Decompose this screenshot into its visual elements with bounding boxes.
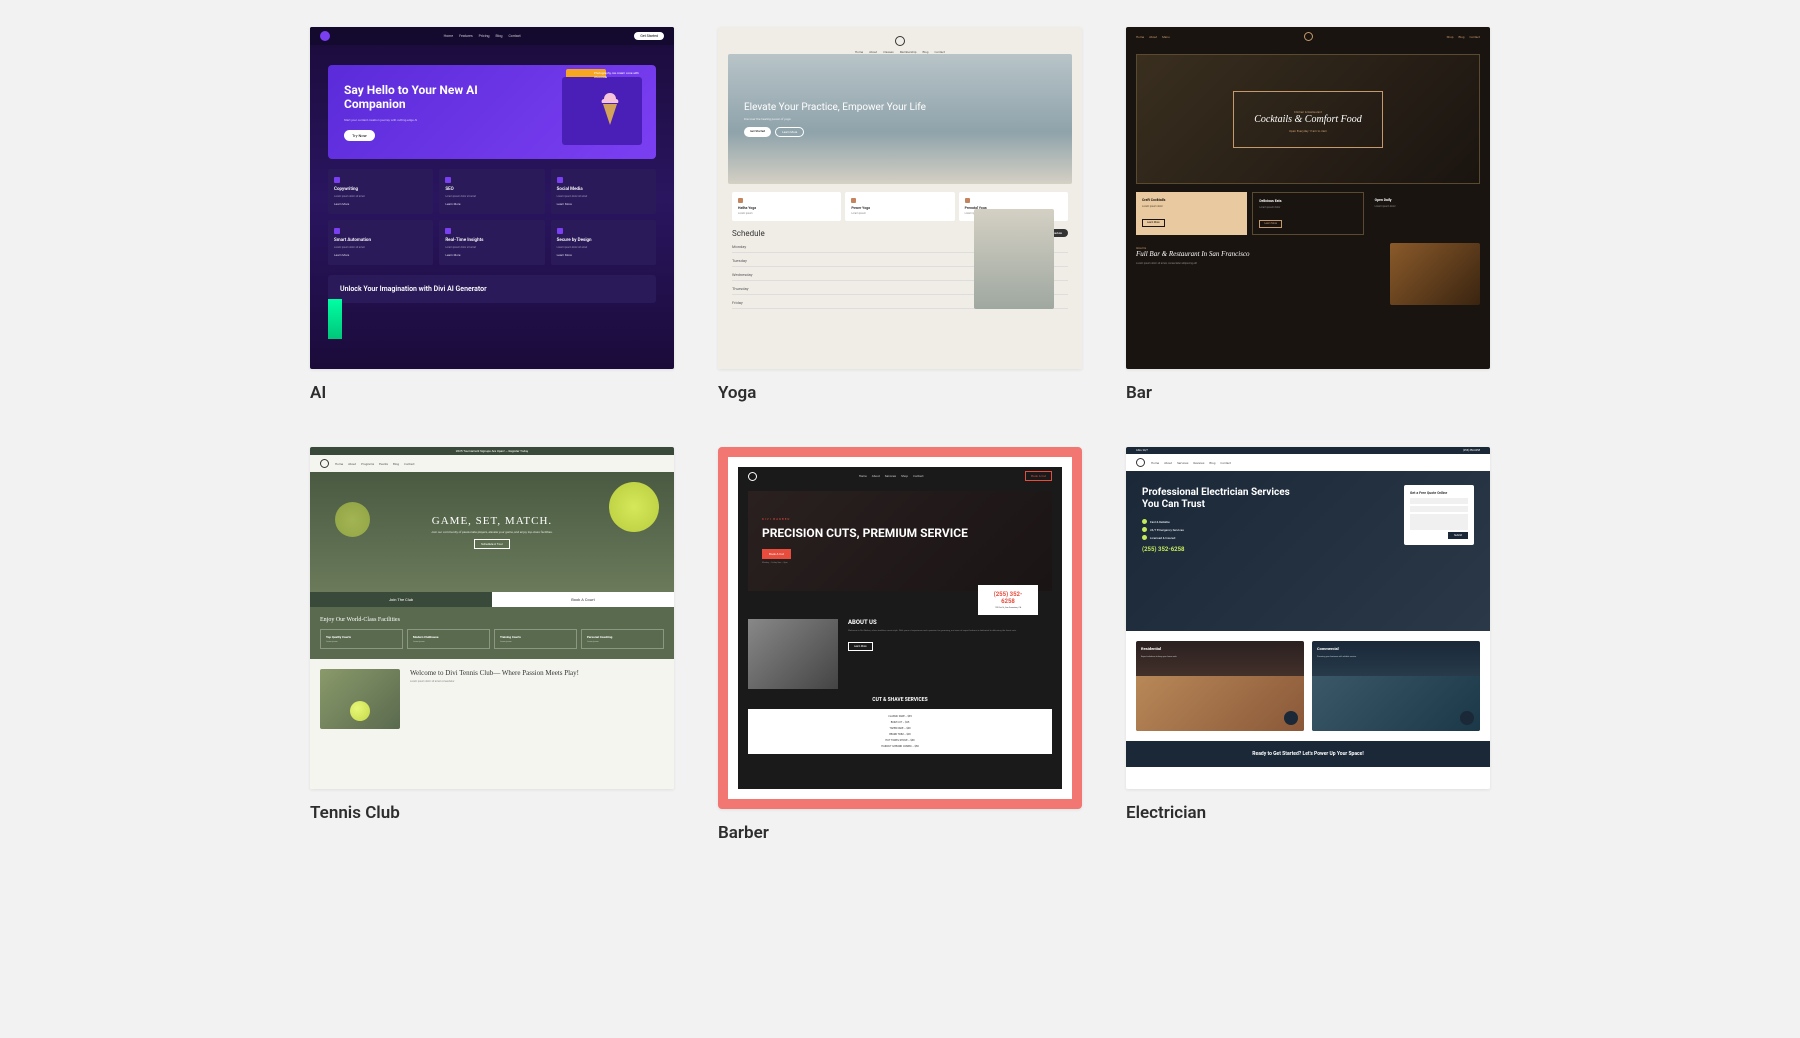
template-card-bar[interactable]: HomeAbout Menu ShopBlog Contact Kitchen … xyxy=(1126,27,1490,403)
preview-announcement: 2025 Tournament Signups Are Open! — Regi… xyxy=(310,447,674,455)
tennis-ball-icon xyxy=(350,701,370,721)
check-icon xyxy=(1142,519,1147,524)
template-thumbnail-selected[interactable]: HomeAbout ServicesShop Contact Book A Cu… xyxy=(718,447,1082,809)
check-icon xyxy=(1142,535,1147,540)
template-gallery: HomeFeatures PricingBlog Contact Get Sta… xyxy=(310,27,1490,843)
template-thumbnail[interactable]: 2025 Tournament Signups Are Open! — Regi… xyxy=(310,447,674,789)
logo-icon xyxy=(320,31,330,41)
preview-about-image xyxy=(748,619,838,689)
template-thumbnail[interactable]: CALL 24/7 (255) 352-6258 HomeAbout Servi… xyxy=(1126,447,1490,789)
preview-hero-title: Say Hello to Your New AI Companion xyxy=(344,83,507,112)
preview-hero-title: GAME, SET, MATCH. xyxy=(432,515,552,527)
template-thumbnail[interactable]: HomeAbout ClassesMembership BlogContact … xyxy=(718,27,1082,369)
preview-contact-card: (255) 352-6258 123 Divi St, San Francisc… xyxy=(978,585,1038,615)
template-card-tennis[interactable]: 2025 Tournament Signups Are Open! — Regi… xyxy=(310,447,674,843)
preview-section-title: Full Bar & Restaurant In San Francisco xyxy=(1136,250,1380,258)
accent-stripe xyxy=(328,299,342,339)
ice-cream-icon xyxy=(598,91,622,127)
template-thumbnail[interactable]: HomeAbout Menu ShopBlog Contact Kitchen … xyxy=(1126,27,1490,369)
template-card-barber[interactable]: HomeAbout ServicesShop Contact Book A Cu… xyxy=(718,447,1082,843)
template-card-electrician[interactable]: CALL 24/7 (255) 352-6258 HomeAbout Servi… xyxy=(1126,447,1490,843)
arrow-icon xyxy=(1284,711,1298,725)
preview-hero-btn: Try Now xyxy=(344,130,375,141)
template-title: Electrician xyxy=(1126,803,1490,823)
template-title: Yoga xyxy=(718,383,1082,403)
preview-section-image xyxy=(1390,243,1480,305)
preview-hero-title: Professional Electrician Services You Ca… xyxy=(1142,487,1308,511)
logo-icon xyxy=(895,36,905,46)
preview-hero-title: Cocktails & Comfort Food xyxy=(1254,114,1362,125)
template-card-ai[interactable]: HomeFeatures PricingBlog Contact Get Sta… xyxy=(310,27,674,403)
preview-nav: HomeAbout ProgramsEvents BlogContact xyxy=(335,462,415,466)
preview-nav: HomeAbout Menu xyxy=(1136,35,1170,39)
arrow-icon xyxy=(1460,711,1474,725)
logo-icon xyxy=(748,472,757,481)
preview-nav: HomeAbout ServicesReviews BlogContact xyxy=(1151,461,1231,465)
preview-phone: (255) 352-6258 xyxy=(1142,546,1474,553)
preview-bottom-title: Unlock Your Imagination with Divi AI Gen… xyxy=(340,285,644,293)
template-thumbnail[interactable]: HomeFeatures PricingBlog Contact Get Sta… xyxy=(310,27,674,369)
preview-caption: Photography, ice cream cone with chocola… xyxy=(594,71,644,79)
preview-cta: Get Started xyxy=(634,32,664,40)
template-card-yoga[interactable]: HomeAbout ClassesMembership BlogContact … xyxy=(718,27,1082,403)
preview-hero-title: PRECISION CUTS, PREMIUM SERVICE xyxy=(762,527,1038,540)
preview-hero-title: Elevate Your Practice, Empower Your Life xyxy=(744,101,1072,114)
logo-icon xyxy=(1136,458,1145,467)
preview-hero-sub: Start your content creation journey with… xyxy=(344,118,507,122)
logo-icon xyxy=(1304,32,1313,41)
template-title: Bar xyxy=(1126,383,1490,403)
logo-icon xyxy=(320,459,329,468)
preview-nav: HomeFeatures PricingBlog Contact xyxy=(444,34,521,38)
preview-hero-sub: Discover the healing power of yoga xyxy=(744,117,1072,121)
template-title: Tennis Club xyxy=(310,803,674,823)
preview-nav: HomeAbout ServicesShop Contact xyxy=(859,474,924,478)
template-title: Barber xyxy=(718,823,1082,843)
check-icon xyxy=(1142,527,1147,532)
template-title: AI xyxy=(310,383,674,403)
preview-side-image xyxy=(974,209,1054,309)
preview-form: Get a Free Quote Online Submit xyxy=(1404,485,1474,545)
preview-bottom-image xyxy=(320,669,400,729)
